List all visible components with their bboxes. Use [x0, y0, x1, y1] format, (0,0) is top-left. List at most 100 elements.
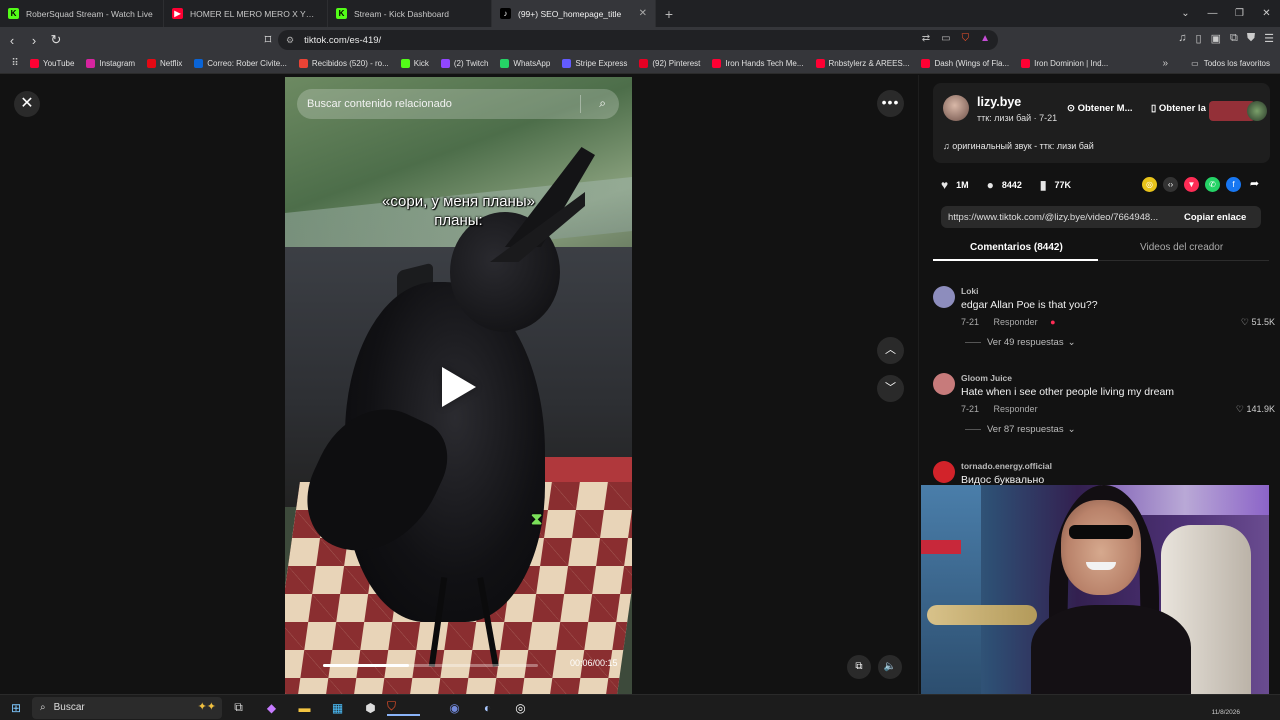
tab-3-active[interactable]: ♪ (99+) SEO_homepage_title ✕: [492, 0, 656, 27]
tab-1[interactable]: ▶ HOMER EL MERO MERO X YSY A - D: [164, 0, 328, 27]
bookmark-item[interactable]: (92) Pinterest: [639, 58, 700, 68]
bookmark-item[interactable]: Rnbstylerz & AREES...: [815, 58, 909, 68]
bookmark-label: YouTube: [43, 58, 75, 68]
bookmark-item[interactable]: Recibidos (520) - ro...: [298, 58, 389, 68]
address-bar[interactable]: ⚙ tiktok.com/es-419/ ⇄ ▭ ⛉ ▲: [278, 30, 998, 50]
restore-button[interactable]: ❐: [1226, 0, 1253, 27]
brave-shield-icon[interactable]: ⛉: [962, 33, 970, 44]
cast-icon[interactable]: ▭: [941, 33, 950, 44]
copilot-icon[interactable]: ◆: [255, 701, 288, 715]
sidebar-icon[interactable]: ▯: [1196, 32, 1202, 45]
bookmark-item[interactable]: Instagram: [86, 58, 135, 68]
forward-icon[interactable]: ›: [24, 33, 44, 48]
whatsapp-icon[interactable]: ✆: [1205, 177, 1220, 192]
close-viewer-button[interactable]: ✕: [14, 91, 40, 117]
send-icon[interactable]: ▼: [1184, 177, 1199, 192]
embed-icon[interactable]: ‹›: [1163, 177, 1178, 192]
reload-icon[interactable]: ↻: [46, 32, 66, 48]
share-icon[interactable]: ➦: [1247, 177, 1262, 192]
bookmark-label: Recibidos (520) - ro...: [311, 58, 389, 68]
obs-icon[interactable]: ◎: [504, 701, 537, 715]
file-explorer-icon[interactable]: ▬: [288, 701, 321, 715]
copy-link-button[interactable]: Copiar enlace: [1184, 212, 1246, 223]
get-app-button[interactable]: ⊙ Obtener M...: [1067, 103, 1133, 114]
bookmark-item[interactable]: WhatsApp: [500, 58, 550, 68]
site-info-icon[interactable]: ⚙: [286, 35, 294, 46]
bookmark-item[interactable]: Stripe Express: [562, 58, 627, 68]
extensions-icon[interactable]: ⧉: [1230, 32, 1238, 45]
floating-player-icon[interactable]: ⧉: [847, 655, 871, 679]
coin-icon[interactable]: ◎: [1142, 177, 1157, 192]
vpn-icon[interactable]: ⛊: [1247, 32, 1255, 45]
back-icon[interactable]: ‹: [2, 33, 22, 48]
bookmark-item[interactable]: YouTube: [30, 58, 75, 68]
reply-button[interactable]: Responder: [994, 404, 1038, 414]
new-tab-button[interactable]: +: [656, 6, 682, 22]
view-replies-button[interactable]: Ver 49 respuestas ⌄: [965, 337, 1076, 348]
search-icon[interactable]: ⌕: [599, 96, 606, 111]
steam-icon[interactable]: ◐: [471, 701, 504, 715]
menu-icon[interactable]: ☰: [1264, 32, 1274, 45]
tab-search-icon[interactable]: ⌄: [1172, 0, 1199, 27]
get-desktop-button[interactable]: ▯ Obtener la: [1151, 103, 1206, 114]
translate-icon[interactable]: ⇄: [922, 33, 930, 44]
task-view-icon[interactable]: ⧉: [222, 700, 255, 715]
bookmark-label: Netflix: [160, 58, 183, 68]
facebook-icon[interactable]: f: [1226, 177, 1241, 192]
bookmark-item[interactable]: Iron Dominion | Ind...: [1021, 58, 1108, 68]
next-video-button[interactable]: ﹀: [877, 375, 904, 402]
taskbar-date: 11/8/2026: [1211, 709, 1240, 716]
media-icon[interactable]: ♫: [1178, 32, 1186, 45]
commenter-name[interactable]: tornado.energy.official: [961, 461, 1052, 471]
more-options-button[interactable]: •••: [877, 90, 904, 117]
video-progress-bar[interactable]: [323, 664, 538, 667]
caption-line-1: «сори, у меня планы»: [382, 193, 535, 210]
app-cube-icon[interactable]: ⬢: [354, 701, 387, 715]
commenter-avatar[interactable]: [933, 286, 955, 308]
bookmark-item[interactable]: Kick: [400, 58, 429, 68]
windows-start-icon[interactable]: ⊞: [0, 701, 32, 715]
store-icon[interactable]: ▦: [321, 701, 354, 715]
bookmark-item[interactable]: (2) Twitch: [440, 58, 488, 68]
bookmark-icon[interactable]: ⌑: [258, 32, 278, 48]
tab-comments[interactable]: Comentarios (8442): [970, 242, 1063, 253]
save-button[interactable]: ▮ 77K: [1040, 178, 1071, 192]
more-bookmarks-icon[interactable]: »: [1162, 58, 1168, 69]
play-icon[interactable]: [442, 367, 476, 407]
previous-video-button[interactable]: ︿: [877, 337, 904, 364]
related-search-input[interactable]: Buscar contenido relacionado ⌕: [297, 89, 619, 119]
minimize-button[interactable]: —: [1199, 0, 1226, 27]
reply-button[interactable]: Responder: [994, 317, 1038, 327]
sound-link[interactable]: ♫ оригинальный звук - ттк: лизи бай: [943, 141, 1094, 151]
wallet-icon[interactable]: ▣: [1211, 32, 1221, 45]
close-window-button[interactable]: ✕: [1253, 0, 1280, 27]
tab-2[interactable]: K Stream - Kick Dashboard: [328, 0, 492, 27]
apps-grid-icon[interactable]: ⠿: [0, 58, 30, 69]
tab-0[interactable]: K RoberSquad Stream - Watch Live: [0, 0, 164, 27]
brave-rewards-icon[interactable]: ▲: [980, 33, 990, 44]
share-link[interactable]: https://www.tiktok.com/@lizy.bye/video/7…: [948, 212, 1174, 223]
taskbar-search[interactable]: ⌕ Buscar ✦✦: [32, 696, 222, 719]
discord-icon[interactable]: ◉: [438, 701, 471, 715]
comment-button[interactable]: ● 8442: [987, 178, 1022, 192]
comment-like-button[interactable]: ♡ 51.5K: [1241, 317, 1275, 328]
commenter-avatar[interactable]: [933, 373, 955, 395]
like-button[interactable]: ♥ 1M: [941, 178, 969, 192]
author-avatar[interactable]: [943, 95, 969, 121]
view-replies-button[interactable]: Ver 87 respuestas ⌄: [965, 424, 1076, 435]
bookmark-item[interactable]: Correo: Rober Civite...: [194, 58, 287, 68]
all-bookmarks-button[interactable]: ▭ Todos los favoritos: [1191, 59, 1270, 68]
commenter-avatar[interactable]: [933, 461, 955, 483]
comment-like-button[interactable]: ♡ 141.9K: [1236, 404, 1275, 415]
video-player[interactable]: Buscar contenido relacionado ⌕ «сори, у …: [285, 77, 632, 694]
volume-icon[interactable]: 🔈: [878, 655, 902, 679]
bookmark-item[interactable]: Iron Hands Tech Me...: [712, 58, 804, 68]
brave-icon[interactable]: ⛉: [387, 699, 420, 716]
tab-creator-videos[interactable]: Videos del creador: [1140, 242, 1223, 253]
commenter-name[interactable]: Loki: [961, 286, 978, 296]
bookmark-item[interactable]: Netflix: [147, 58, 183, 68]
commenter-name[interactable]: Gloom Juice: [961, 373, 1012, 383]
close-tab-icon[interactable]: ✕: [639, 8, 647, 19]
bookmark-item[interactable]: Dash (Wings of Fla...: [921, 58, 1009, 68]
author-name[interactable]: lizy.bye: [977, 95, 1021, 109]
